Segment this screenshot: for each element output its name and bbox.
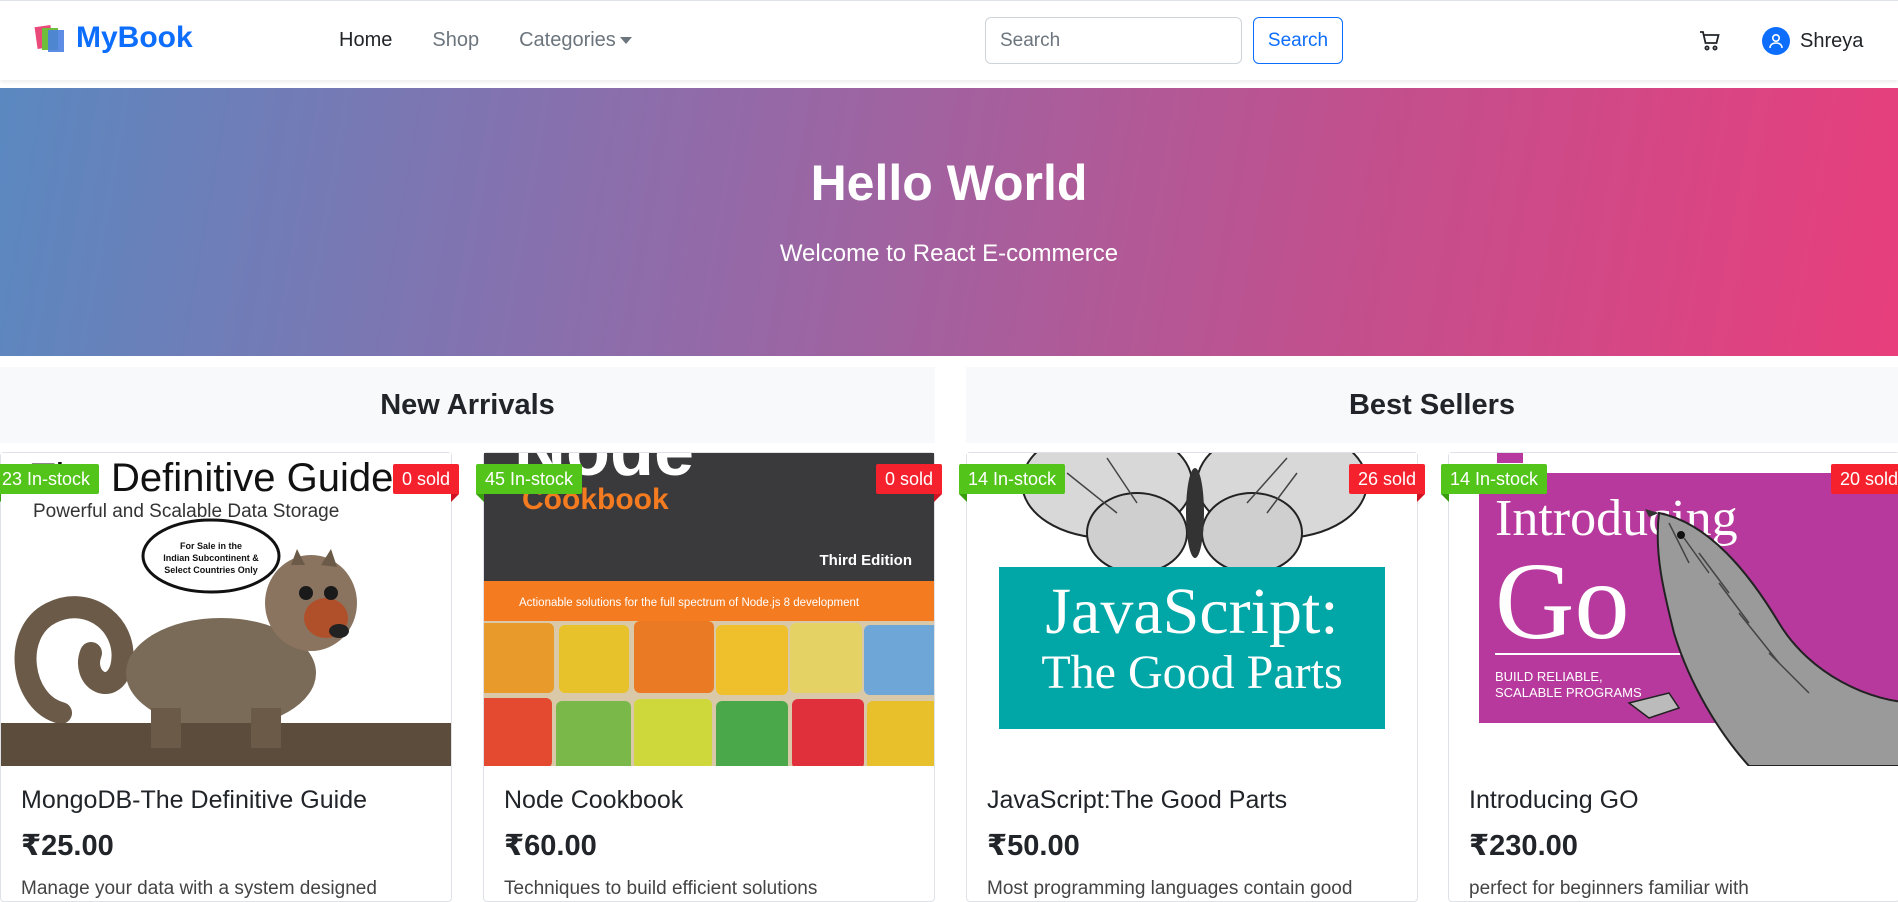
product-cover-image[interactable]: JavaScript: The Good Parts [967, 453, 1417, 766]
nav-links: Home Shop Categories [339, 29, 672, 52]
cover-subheading: Powerful and Scalable Data Storage [33, 501, 339, 522]
sold-badge: 26 sold [1348, 464, 1426, 502]
svg-text:Indian Subcontinent &: Indian Subcontinent & [163, 553, 259, 563]
product-card[interactable]: Node Cookbook Third Edition Actionable s… [476, 452, 943, 902]
stock-badge: 14 In-stock [959, 464, 1066, 502]
product-card[interactable]: Introducing Go BUILD RELIABLE, SCALABLE … [1441, 452, 1898, 902]
product-price: ₹25.00 [21, 830, 114, 862]
search-input[interactable] [985, 17, 1242, 64]
cover-title-line2: Go [1495, 540, 1629, 662]
user-name: Shreya [1800, 29, 1864, 52]
svg-text:For Sale in the: For Sale in the [180, 541, 242, 551]
product-cover-image[interactable]: The Definitive Guide Powerful and Scalab… [1, 453, 451, 766]
caret-down-icon [619, 37, 632, 45]
product-cover-image[interactable]: Node Cookbook Third Edition Actionable s… [484, 453, 934, 766]
hero-banner: Hello World Welcome to React E-commerce [0, 88, 1898, 356]
product-card[interactable]: The Definitive Guide Powerful and Scalab… [0, 452, 460, 902]
user-menu[interactable]: Shreya [1762, 27, 1863, 55]
nav-categories-dropdown[interactable]: Categories [519, 29, 632, 52]
user-avatar-icon [1762, 27, 1790, 55]
svg-text:BUILD RELIABLE,: BUILD RELIABLE, [1495, 669, 1603, 684]
nav-categories-label: Categories [519, 29, 616, 51]
product-description: Techniques to build efficient solutions [504, 878, 818, 899]
stock-badge: 14 In-stock [1441, 464, 1548, 502]
product-title[interactable]: Node Cookbook [504, 786, 683, 815]
stock-badge: 45 In-stock [476, 464, 583, 502]
brand-name[interactable]: MyBook [76, 21, 193, 55]
stock-badge: 23 In-stock [0, 464, 100, 502]
product-description: perfect for beginners familiar with [1469, 878, 1749, 899]
product-title[interactable]: JavaScript:The Good Parts [987, 786, 1287, 815]
svg-text:SCALABLE PROGRAMS: SCALABLE PROGRAMS [1495, 685, 1642, 700]
product-title[interactable]: Introducing GO [1469, 786, 1639, 815]
product-price: ₹60.00 [504, 830, 597, 862]
best-sellers-heading: Best Sellers [966, 367, 1898, 443]
svg-text:Select Countries Only: Select Countries Only [164, 565, 258, 575]
search-button[interactable]: Search [1253, 17, 1343, 64]
navbar: MyBook Home Shop Categories Search Shrey… [0, 0, 1898, 80]
hero-subtitle: Welcome to React E-commerce [779, 240, 1119, 267]
product-description: Manage your data with a system designed [21, 878, 377, 899]
cart-icon[interactable] [1698, 29, 1722, 53]
product-card[interactable]: JavaScript: The Good Parts 14 In-stock 2… [959, 452, 1426, 902]
product-price: ₹50.00 [987, 830, 1080, 862]
hero-title: Hello World [810, 155, 1088, 211]
sold-badge: 0 sold [392, 464, 460, 502]
product-description: Most programming languages contain good [987, 878, 1353, 899]
nav-home-link[interactable]: Home [339, 29, 392, 52]
cover-edition: Third Edition [820, 552, 912, 569]
product-title[interactable]: MongoDB-The Definitive Guide [21, 786, 367, 815]
brand[interactable]: MyBook [34, 21, 193, 55]
cover-title-line2: The Good Parts [1041, 646, 1342, 699]
cover-tagline: Actionable solutions for the full spectr… [519, 597, 860, 609]
product-price: ₹230.00 [1469, 830, 1578, 862]
new-arrivals-heading: New Arrivals [0, 367, 935, 443]
sold-badge: 20 sold [1830, 464, 1898, 494]
nav-shop-link[interactable]: Shop [432, 29, 479, 52]
cover-title-line1: JavaScript: [1045, 575, 1338, 648]
sold-badge: 0 sold [875, 464, 943, 502]
books-logo-icon [34, 22, 66, 54]
product-cover-image[interactable]: Introducing Go BUILD RELIABLE, SCALABLE … [1449, 453, 1898, 766]
